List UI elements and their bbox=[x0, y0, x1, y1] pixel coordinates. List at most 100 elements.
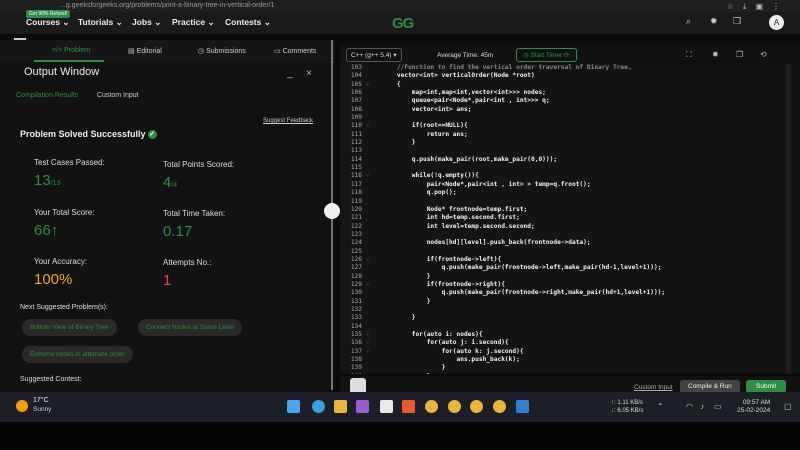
fold-marker[interactable]: ˅ bbox=[366, 331, 369, 339]
url-text[interactable]: ...g.geeksforgeeks.org/problems/print-a-… bbox=[60, 0, 274, 12]
reset-icon[interactable]: ⟲ bbox=[760, 50, 767, 59]
tab-comments[interactable]: ▭ Comments bbox=[274, 47, 316, 55]
fold-marker[interactable] bbox=[366, 273, 369, 281]
tab-submissions[interactable]: ◷ Submissions bbox=[198, 47, 246, 55]
fold-marker[interactable] bbox=[366, 131, 369, 139]
fold-marker[interactable]: ˅ bbox=[366, 256, 369, 264]
code-line[interactable]: Node* frontnode=temp.first; bbox=[382, 206, 665, 214]
nav-practice[interactable]: Practice ⌄ bbox=[172, 17, 215, 28]
photos-icon[interactable] bbox=[356, 400, 369, 413]
code-line[interactable]: q.push(make_pair(frontnode->right,make_p… bbox=[382, 289, 666, 297]
fold-marker[interactable]: ˅ bbox=[366, 122, 369, 130]
file-explorer-icon[interactable] bbox=[334, 400, 347, 413]
avatar[interactable]: A bbox=[769, 15, 784, 30]
code-line[interactable] bbox=[382, 323, 665, 331]
code-line[interactable]: } bbox=[382, 298, 665, 306]
code-line[interactable]: } bbox=[382, 373, 665, 374]
fold-marker[interactable] bbox=[366, 289, 369, 297]
code-lines[interactable]: //Function to find the vertical order tr… bbox=[382, 64, 665, 374]
language-select[interactable]: C++ (g++ 5.4) ▾ bbox=[346, 48, 402, 62]
fold-marker[interactable] bbox=[366, 114, 369, 122]
code-line[interactable]: } bbox=[382, 364, 665, 372]
code-line[interactable]: } bbox=[382, 139, 665, 147]
weather-temp[interactable]: 17°C bbox=[33, 397, 49, 404]
code-line[interactable]: } bbox=[382, 314, 665, 322]
code-line[interactable]: if(root==NULL){ bbox=[382, 122, 665, 130]
clock[interactable]: 09:57 AM 25-02-2024 bbox=[737, 399, 770, 415]
chrome-icon[interactable] bbox=[425, 400, 438, 413]
fold-marker[interactable] bbox=[366, 356, 369, 364]
fold-marker[interactable] bbox=[366, 189, 369, 197]
code-line[interactable]: ans.push_back(k); bbox=[382, 356, 665, 364]
fold-marker[interactable] bbox=[366, 72, 369, 80]
nav-contests[interactable]: Contests ⌄ bbox=[225, 17, 271, 28]
fold-marker[interactable] bbox=[366, 364, 369, 372]
code-line[interactable]: q.push(make_pair(root,make_pair(0,0))); bbox=[382, 156, 665, 164]
fold-marker[interactable] bbox=[366, 239, 369, 247]
start-timer-button[interactable]: ◷ Start Timer ⟳ bbox=[516, 48, 577, 62]
battery-icon[interactable]: ▭ bbox=[714, 402, 722, 411]
nav-jobs[interactable]: Jobs ⌄ bbox=[132, 17, 161, 28]
fold-marker[interactable]: ˅ bbox=[366, 172, 369, 180]
fold-marker[interactable] bbox=[366, 198, 369, 206]
settings-icon[interactable]: ✹ bbox=[712, 50, 719, 59]
editor-scrollbar[interactable] bbox=[786, 64, 791, 374]
fold-marker[interactable] bbox=[366, 223, 369, 231]
fold-marker[interactable] bbox=[366, 106, 369, 114]
code-line[interactable] bbox=[382, 306, 665, 314]
edge-icon[interactable] bbox=[312, 400, 325, 413]
fold-marker[interactable] bbox=[366, 214, 369, 222]
code-line[interactable] bbox=[382, 198, 665, 206]
suggestion-bottom-view[interactable]: Bottom View of Binary Tree bbox=[22, 319, 117, 336]
brave-icon[interactable] bbox=[402, 400, 415, 413]
search-icon[interactable]: ⌕ bbox=[686, 16, 691, 27]
fold-marker[interactable] bbox=[366, 314, 369, 322]
code-editor[interactable]: 103 104 105 106 107 108 109 110 111 112 113 114 115 1… bbox=[340, 64, 800, 374]
chrome-profile-icon[interactable] bbox=[448, 400, 461, 413]
theme-toggle-icon[interactable]: ✹ bbox=[710, 16, 718, 27]
fold-marker[interactable]: ˅ bbox=[366, 339, 369, 347]
code-line[interactable]: pair<Node*,pair<int , int> > temp=q.fron… bbox=[382, 181, 665, 189]
suggest-feedback-link[interactable]: Suggest Feedback bbox=[263, 118, 313, 124]
code-line[interactable]: vector<int> ans; bbox=[382, 106, 665, 114]
code-line[interactable]: } bbox=[382, 273, 665, 281]
tab-compilation-results[interactable]: Compilation Results bbox=[16, 92, 78, 99]
minimize-icon[interactable]: _ bbox=[287, 68, 293, 79]
code-line[interactable]: queue<pair<Node*,pair<int , int>>> q; bbox=[382, 97, 665, 105]
fold-marker[interactable] bbox=[366, 97, 369, 105]
fold-marker[interactable]: ˅ bbox=[366, 81, 369, 89]
calendar-icon[interactable] bbox=[380, 400, 393, 413]
tab-problem[interactable]: </> Problem bbox=[52, 47, 90, 54]
code-line[interactable] bbox=[382, 231, 665, 239]
browser-url-bar[interactable]: ...g.geeksforgeeks.org/problems/print-a-… bbox=[0, 0, 800, 12]
fold-marker[interactable]: ˅ bbox=[366, 281, 369, 289]
chrome-profile-3-icon[interactable] bbox=[493, 400, 506, 413]
code-line[interactable]: nodes[hd][level].push_back(frontnode->da… bbox=[382, 239, 665, 247]
nav-tutorials[interactable]: Tutorials ⌄ bbox=[78, 17, 123, 28]
fold-marker[interactable] bbox=[366, 139, 369, 147]
volume-icon[interactable]: ♪ bbox=[700, 402, 704, 411]
code-line[interactable]: q.pop(); bbox=[382, 189, 665, 197]
code-line[interactable]: int hd=temp.second.first; bbox=[382, 214, 665, 222]
code-line[interactable]: q.push(make_pair(frontnode->left,make_pa… bbox=[382, 264, 665, 272]
nav-courses[interactable]: Courses ⌄ bbox=[26, 17, 70, 28]
fold-marker[interactable] bbox=[366, 306, 369, 314]
copy-code-icon[interactable]: ❐ bbox=[736, 50, 743, 59]
close-icon[interactable]: × bbox=[306, 68, 312, 79]
fold-marker[interactable] bbox=[366, 156, 369, 164]
fold-marker[interactable] bbox=[366, 231, 369, 239]
code-line[interactable]: int level=temp.second.second; bbox=[382, 223, 665, 231]
fold-marker[interactable] bbox=[366, 64, 369, 72]
fold-marker[interactable]: ˅ bbox=[366, 348, 369, 356]
fold-marker[interactable] bbox=[366, 181, 369, 189]
sun-icon[interactable] bbox=[16, 400, 28, 412]
fold-marker[interactable] bbox=[366, 89, 369, 97]
fold-marker[interactable] bbox=[366, 164, 369, 172]
chevron-up-icon[interactable]: ⌃ bbox=[657, 402, 664, 411]
code-line[interactable]: vector<int> verticalOrder(Node *root) bbox=[382, 72, 665, 80]
fold-marker[interactable] bbox=[366, 206, 369, 214]
custom-input-link[interactable]: Custom Input bbox=[634, 384, 673, 391]
fold-marker[interactable] bbox=[366, 248, 369, 256]
fold-markers[interactable]: ˅ ˅ ˅ ˅ ˅ ˅ ˅ ˅ bbox=[366, 64, 369, 374]
fold-marker[interactable] bbox=[366, 298, 369, 306]
